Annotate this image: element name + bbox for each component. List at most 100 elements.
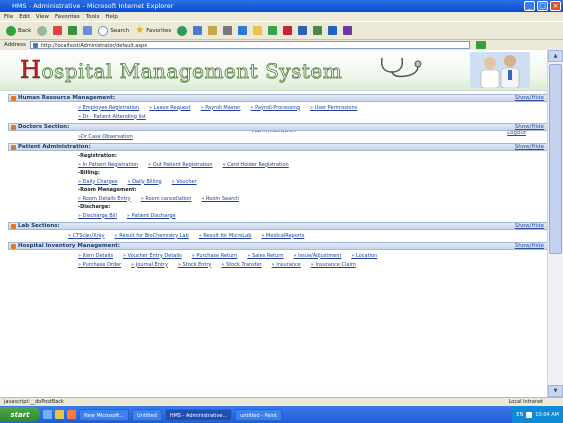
mail-icon[interactable]: [208, 26, 218, 35]
in-patient-registration-link[interactable]: » In Patient Registration: [78, 162, 138, 168]
close-button[interactable]: ×: [550, 1, 561, 11]
system-tray: EN 10:04 AM: [512, 406, 563, 423]
purchase-return-link[interactable]: » Purchase Return: [192, 253, 238, 259]
card-holder-registration-link[interactable]: » Card Holder Registration: [223, 162, 289, 168]
forward-arrow-icon[interactable]: [37, 25, 48, 36]
menu-view[interactable]: View: [36, 14, 49, 20]
room-cancellation-link[interactable]: » Room cancellation: [141, 196, 192, 202]
toolbar-extra-icon-1[interactable]: [298, 26, 308, 35]
search-button[interactable]: Search: [98, 25, 129, 36]
room-details-entry-link[interactable]: » Room Details Entry: [78, 196, 131, 202]
out-patient-registration-link[interactable]: » Out Patient Registration: [148, 162, 212, 168]
insurance-claim-link[interactable]: » Insurance Claim: [311, 262, 356, 268]
language-indicator[interactable]: EN: [516, 412, 523, 418]
sales-return-link[interactable]: » Sales Return: [247, 253, 283, 259]
registration-label: -Registration:: [78, 153, 117, 159]
scroll-down-button[interactable]: ▼: [548, 385, 563, 397]
user-permissions-link[interactable]: » User Permissions: [310, 105, 357, 111]
stop-icon[interactable]: [53, 26, 63, 35]
link-row: » Room Details Entry » Room cancellation…: [78, 194, 548, 203]
issue-adjustment-link[interactable]: » Issue/Adjustment: [293, 253, 341, 259]
payroll-master-link[interactable]: » Payroll Master: [201, 105, 241, 111]
show-hide-link[interactable]: Show/Hide: [515, 95, 544, 101]
journal-entry-link[interactable]: » Journal Entry: [131, 262, 168, 268]
section-title: Doctors Section:: [18, 124, 70, 130]
folder-icon[interactable]: [253, 26, 263, 35]
start-button[interactable]: start: [0, 407, 40, 422]
stock-transfer-link[interactable]: » Stock Transfer: [221, 262, 261, 268]
home-icon[interactable]: [83, 26, 93, 35]
toolbar-extra-icon-3[interactable]: [328, 26, 338, 35]
show-hide-link[interactable]: Show/Hide: [515, 223, 544, 229]
patient-discharge-link[interactable]: » Patient Discharge: [127, 213, 176, 219]
history-icon[interactable]: [193, 26, 203, 35]
minimize-button[interactable]: _: [524, 1, 535, 11]
research-icon[interactable]: [283, 26, 293, 35]
vertical-scrollbar[interactable]: ▲ ▼: [547, 50, 563, 397]
quicklaunch-desktop-icon[interactable]: [55, 410, 64, 419]
microlab-result-link[interactable]: » Result for MicroLab: [199, 233, 252, 239]
menu-edit[interactable]: Edit: [19, 14, 30, 20]
employee-registration-link[interactable]: » Employee Registration: [78, 105, 139, 111]
favorites-button[interactable]: ★ Favorites: [135, 25, 171, 36]
daily-billing-link[interactable]: » Daily Billing: [127, 179, 161, 185]
room-search-link[interactable]: » Room Search: [201, 196, 239, 202]
browser-toolbar: Back Search ★ Favorites: [0, 21, 563, 39]
toolbar-extra-icon-2[interactable]: [313, 26, 323, 35]
go-button[interactable]: [475, 41, 486, 49]
window-titlebar: HMS - Administrative - Microsoft Interne…: [0, 0, 563, 12]
show-hide-link[interactable]: Show/Hide: [515, 243, 544, 249]
menu-favorites[interactable]: Favorites: [55, 14, 80, 20]
taskbar-item[interactable]: Untitled: [132, 408, 162, 421]
back-button[interactable]: Back: [6, 25, 31, 36]
refresh-icon[interactable]: [68, 26, 78, 35]
zone-indicator: Local intranet: [508, 399, 543, 405]
link-row: » Dr - Patient Attending list: [78, 112, 548, 121]
edit-icon[interactable]: [238, 26, 248, 35]
address-input[interactable]: http://localhost/Administrator/default.a…: [29, 41, 470, 49]
location-link[interactable]: » Location: [351, 253, 377, 259]
discharge-bill-link[interactable]: » Discharge Bill: [78, 213, 117, 219]
section-title: Hospital Inventory Management:: [18, 243, 121, 249]
taskbar-item[interactable]: untitled - Paint: [235, 408, 282, 421]
menu-tools[interactable]: Tools: [86, 14, 100, 20]
show-hide-link[interactable]: Show/Hide: [515, 144, 544, 150]
show-hide-link[interactable]: Show/Hide: [515, 124, 544, 130]
star-icon: ★: [135, 25, 145, 36]
voucher-entry-details-link[interactable]: » Voucher Entry Details: [123, 253, 182, 259]
messenger-icon[interactable]: [268, 26, 278, 35]
print-icon[interactable]: [223, 26, 233, 35]
dr-case-observation-link[interactable]: »Dr Case Observation: [78, 134, 133, 140]
purchase-order-link[interactable]: » Purchase Order: [78, 262, 121, 268]
scroll-thumb[interactable]: [549, 64, 562, 254]
taskbar-item-active[interactable]: HMS - Administrative...: [164, 408, 233, 421]
billing-label: -Billing:: [78, 170, 100, 176]
dr-patient-attending-link[interactable]: » Dr - Patient Attending list: [78, 114, 146, 120]
toolbar-extra-icon-4[interactable]: [343, 26, 353, 35]
medical-reports-link[interactable]: » MedicalReports: [261, 233, 304, 239]
daily-charges-link[interactable]: » Daily Charges: [78, 179, 117, 185]
section-lab-body: » CTScan/Xray » Result for BioChemistry …: [8, 230, 548, 241]
voucher-link[interactable]: » Voucher: [172, 179, 197, 185]
section-patient-admin-header: Patient Administration: Show/Hide: [8, 143, 548, 151]
address-label: Address: [4, 42, 26, 48]
section-human-resource-body: » Employee Registration » Leave Request …: [8, 102, 548, 122]
menu-file[interactable]: File: [4, 14, 13, 20]
ctscan-xray-link[interactable]: » CTScan/Xray: [68, 233, 105, 239]
tray-icon[interactable]: [526, 411, 533, 418]
media-icon[interactable]: [177, 25, 188, 36]
window-title: HMS - Administrative - Microsoft Interne…: [12, 2, 174, 10]
biochemistry-result-link[interactable]: » Result for BioChemistry Lab: [115, 233, 189, 239]
quicklaunch-ie-icon[interactable]: [43, 410, 52, 419]
section-title: Lab Sections:: [18, 223, 60, 229]
payroll-processing-link[interactable]: » Payroll Processing: [251, 105, 301, 111]
scroll-up-button[interactable]: ▲: [548, 50, 563, 62]
insurance-link[interactable]: » Insurance: [272, 262, 301, 268]
menu-help[interactable]: Help: [105, 14, 118, 20]
quicklaunch-media-icon[interactable]: [67, 410, 76, 419]
item-details-link[interactable]: » Item Details: [78, 253, 113, 259]
taskbar-item[interactable]: New Microsoft...: [79, 408, 130, 421]
maximize-button[interactable]: □: [537, 1, 548, 11]
leave-request-link[interactable]: » Leave Request: [149, 105, 190, 111]
stock-entry-link[interactable]: » Stock Entry: [178, 262, 211, 268]
